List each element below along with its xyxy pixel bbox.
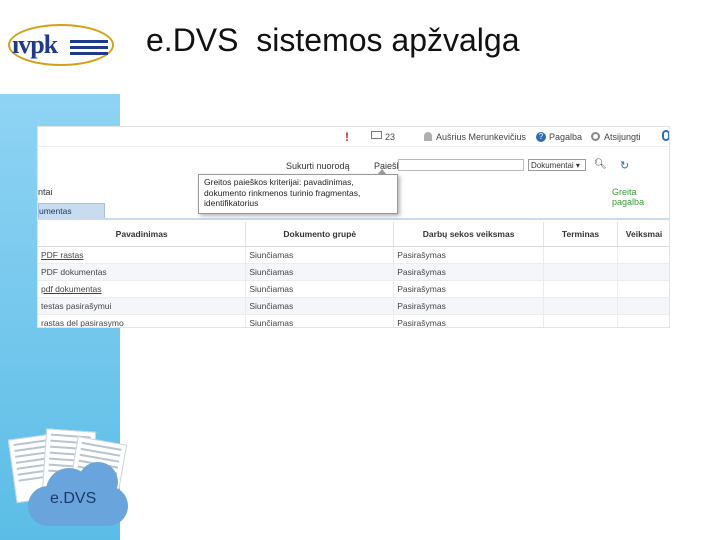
document-title-link[interactable]: PDF dokumentas bbox=[38, 263, 247, 281]
search-icon[interactable]: 🔍︎ bbox=[594, 159, 607, 170]
help-icon[interactable]: ? bbox=[536, 132, 546, 142]
scroll-indicator bbox=[662, 130, 669, 141]
document-group-cell: Siunčiamas bbox=[245, 314, 395, 327]
document-group-cell: Siunčiamas bbox=[245, 297, 395, 315]
tab-strip bbox=[38, 218, 669, 220]
actions-cell[interactable] bbox=[617, 263, 669, 281]
app-screenshot: ! 23 Aušrius Merunkevičius ? Pagalba Ats… bbox=[37, 126, 670, 328]
search-scope-select[interactable]: Dokumentai ▾ bbox=[528, 159, 586, 171]
refresh-icon[interactable]: ↻ bbox=[620, 159, 629, 172]
deadline-cell bbox=[543, 246, 618, 264]
column-header-deadline[interactable]: Terminas bbox=[543, 222, 618, 247]
table-row[interactable]: rastas del pasirasymo Siunčiamas Pasiraš… bbox=[38, 314, 669, 327]
app-topbar: ! 23 Aušrius Merunkevičius ? Pagalba Ats… bbox=[38, 127, 669, 147]
document-title-link[interactable]: testas pasirašymui bbox=[38, 297, 247, 315]
documents-table: Pavadinimas Dokumento grupė Darbų sekos … bbox=[38, 222, 669, 327]
app-toolbar: Sukurti nuorodą Paieška Dokumentai ▾ 🔍︎ … bbox=[38, 159, 669, 175]
table-row[interactable]: testas pasirašymui Siunčiamas Pasirašyma… bbox=[38, 297, 669, 315]
document-group-cell: Siunčiamas bbox=[245, 280, 395, 298]
column-header-title[interactable]: Pavadinimas bbox=[38, 222, 247, 247]
actions-cell[interactable] bbox=[617, 246, 669, 264]
user-icon bbox=[424, 132, 432, 141]
table-row[interactable]: PDF rastas Siunčiamas Pasirašymas bbox=[38, 246, 669, 264]
workflow-step-cell: Pasirašymas bbox=[393, 246, 545, 264]
power-icon[interactable] bbox=[591, 132, 600, 141]
table-row[interactable]: pdf dokumentas Siunčiamas Pasirašymas bbox=[38, 280, 669, 298]
actions-cell[interactable] bbox=[617, 314, 669, 327]
page-title: e.DVS sistemos apžvalga bbox=[146, 22, 520, 58]
column-header-group[interactable]: Dokumento grupė bbox=[245, 222, 395, 247]
column-header-actions: Veiksmai bbox=[617, 222, 669, 247]
quick-help-link[interactable]: Greita pagalba bbox=[612, 187, 669, 207]
deadline-cell bbox=[543, 314, 618, 327]
tab-documents[interactable]: umentas bbox=[38, 203, 105, 219]
search-tooltip: Greitos paieškos kriterijai: pavadinimas… bbox=[198, 169, 398, 214]
actions-cell[interactable] bbox=[617, 297, 669, 315]
document-title-link[interactable]: rastas del pasirasymo bbox=[38, 314, 247, 327]
table-header-row: Pavadinimas Dokumento grupė Darbų sekos … bbox=[38, 222, 669, 247]
search-input[interactable] bbox=[398, 159, 524, 171]
slide: ıvpk e.DVS sistemos apžvalga ! 23 Aušriu… bbox=[0, 0, 720, 540]
cloud-icon: e.DVS bbox=[28, 462, 132, 526]
logout-link[interactable]: Atsijungti bbox=[604, 132, 641, 142]
workflow-step-cell: Pasirašymas bbox=[393, 314, 545, 327]
alert-icon[interactable]: ! bbox=[345, 130, 349, 144]
actions-cell[interactable] bbox=[617, 280, 669, 298]
document-group-cell: Siunčiamas bbox=[245, 263, 395, 281]
help-link[interactable]: Pagalba bbox=[549, 132, 582, 142]
workflow-step-cell: Pasirašymas bbox=[393, 263, 545, 281]
document-group-cell: Siunčiamas bbox=[245, 246, 395, 264]
document-title-link[interactable]: PDF rastas bbox=[38, 246, 247, 264]
section-title: ntai bbox=[38, 187, 53, 197]
create-link-button[interactable]: Sukurti nuorodą bbox=[286, 161, 350, 171]
cloud-label: e.DVS bbox=[50, 490, 97, 507]
deadline-cell bbox=[543, 263, 618, 281]
mail-icon[interactable] bbox=[371, 131, 382, 139]
logo-area: ıvpk bbox=[0, 0, 120, 94]
column-header-workflow-step[interactable]: Darbų sekos veiksmas bbox=[393, 222, 545, 247]
table-row[interactable]: PDF dokumentas Siunčiamas Pasirašymas bbox=[38, 263, 669, 281]
user-name[interactable]: Aušrius Merunkevičius bbox=[436, 132, 526, 142]
document-title-link[interactable]: pdf dokumentas bbox=[38, 280, 247, 298]
notifications-count[interactable]: 23 bbox=[385, 132, 395, 142]
deadline-cell bbox=[543, 280, 618, 298]
workflow-step-cell: Pasirašymas bbox=[393, 280, 545, 298]
deadline-cell bbox=[543, 297, 618, 315]
logo-text-lines bbox=[70, 40, 108, 58]
workflow-step-cell: Pasirašymas bbox=[393, 297, 545, 315]
logo: ıvpk bbox=[12, 30, 58, 59]
